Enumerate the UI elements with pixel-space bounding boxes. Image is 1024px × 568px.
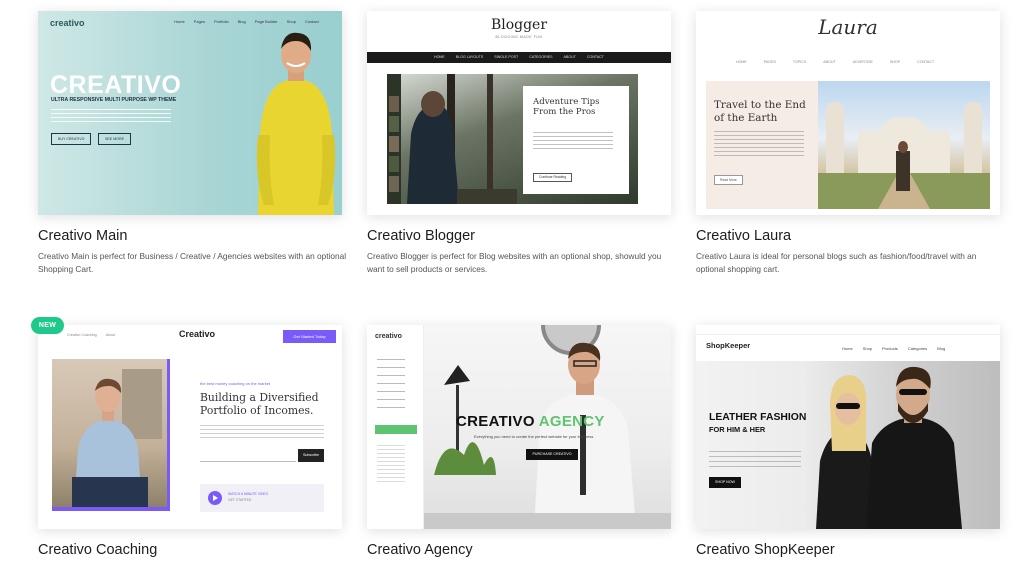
featured-post-card: Adventure Tips From the Pros Continue Re…: [523, 86, 629, 194]
sidebar-green-button: [375, 425, 417, 434]
agency-hero-panel: CREATIVO AGENCY Everything you need to c…: [424, 325, 671, 529]
card-title[interactable]: Creativo Coaching: [38, 542, 157, 558]
hero-title: LEATHER FASHION: [709, 412, 807, 423]
card-description: Creativo Main is perfect for Business / …: [38, 251, 347, 274]
shop-now-button: SHOP NOW: [709, 477, 741, 488]
preview-logo: Creativo: [179, 329, 216, 339]
coach-photo-image: [52, 359, 167, 507]
hero-title: CREATIVO AGENCY: [456, 413, 605, 430]
video-banner: WATCH A MINUTE VIDEO GET STARTED: [200, 484, 324, 512]
theme-card-laura[interactable]: Laura HOME PAGES TOPICS ABOUT ADVERTISE SHOP C…: [696, 11, 1000, 281]
theme-preview-shopkeeper[interactable]: ShopKeeper Home Shop Products Categories Blo…: [696, 325, 1000, 529]
theme-preview-blogger[interactable]: Blogger BLOGGING MADE FUN HOME BLOG LAYOU…: [367, 11, 671, 215]
read-more-button: Read More: [714, 175, 743, 185]
featured-post-panel: Travel to the End of the Earth Read More: [706, 81, 818, 209]
hero-paragraph: [200, 425, 324, 439]
get-started-button: Get Started Today: [283, 330, 336, 343]
coach-photo-frame: [52, 359, 170, 511]
preview-logo: creativo: [50, 18, 85, 28]
preview-nav: Home Pages Portfolio Blog Page Builder Shop Co…: [174, 19, 319, 24]
palace-photo-image: [818, 81, 990, 209]
couple-leather-jackets-image: [816, 366, 962, 529]
card-title[interactable]: Creativo Blogger: [367, 228, 475, 244]
preview-nav: HOME PAGES TOPICS ABOUT ADVERTISE SHOP CONTACT: [736, 60, 935, 64]
theme-preview-coaching[interactable]: Creativo Coaching About Creativo Get Star…: [38, 325, 342, 529]
card-title[interactable]: Creativo ShopKeeper: [696, 542, 835, 558]
theme-card-coaching[interactable]: Creativo Coaching About Creativo Get Star…: [38, 325, 342, 568]
preview-logo: ShopKeeper: [706, 341, 751, 350]
preview-logo: Laura: [818, 15, 878, 39]
post-title: Travel to the End of the Earth: [714, 99, 806, 124]
preview-hero-subtitle: ULTRA RESPONSIVE MULTI PURPOSE WP THEME: [51, 97, 177, 103]
post-title: Adventure Tips From the Pros: [533, 97, 600, 117]
hero-title: Building a Diversified Portfolio of Inco…: [200, 391, 319, 417]
shop-hero-banner: LEATHER FASHION FOR HIM & HER SHOP NOW: [696, 361, 1000, 529]
theme-card-shopkeeper[interactable]: ShopKeeper Home Shop Products Categories Blo…: [696, 325, 1000, 568]
preview-nav: Creativo Coaching About: [67, 333, 115, 337]
hero-kicker: the best money coaching on the market: [200, 381, 271, 386]
theme-card-agency[interactable]: creativo CREATIVO AGENCY Everything you …: [367, 325, 671, 568]
theme-card-blogger[interactable]: Blogger BLOGGING MADE FUN HOME BLOG LAYOU…: [367, 11, 671, 281]
preview-hero-title: CREATIVO: [50, 71, 182, 99]
card-description: Creativo Laura is ideal for personal blo…: [696, 251, 977, 274]
hero-subtitle: Everything you need to create the perfec…: [474, 434, 594, 439]
subscribe-button: Subscribe: [298, 449, 324, 462]
theme-preview-laura[interactable]: Laura HOME PAGES TOPICS ABOUT ADVERTISE SHOP C…: [696, 11, 1000, 215]
preview-sidebar: creativo: [367, 325, 424, 529]
preview-topbar: [696, 325, 1000, 335]
theme-preview-agency[interactable]: creativo CREATIVO AGENCY Everything you …: [367, 325, 671, 529]
card-description: Creativo Blogger is perfect for Blog web…: [367, 251, 662, 274]
preview-tagline: BLOGGING MADE FUN: [495, 35, 543, 39]
preview-buy-button: BUY CREATIVO: [51, 133, 92, 145]
email-field: [200, 449, 296, 462]
preview-logo: Blogger: [490, 17, 548, 33]
hero-paragraph: [709, 451, 801, 471]
continue-reading-button: Continue Reading: [533, 173, 573, 182]
card-title[interactable]: Creativo Main: [38, 228, 127, 244]
theme-card-main[interactable]: creativo Home Pages Portfolio Blog Page Buil…: [38, 11, 346, 281]
sidebar-menu: [377, 359, 405, 409]
preview-paragraph: [51, 109, 171, 123]
card-title[interactable]: Creativo Laura: [696, 228, 791, 244]
forest-photo-image: Adventure Tips From the Pros Continue Re…: [387, 74, 638, 204]
preview-nav: HOME BLOG LAYOUTS SINGLE POST CATEGORIES ABO…: [367, 52, 671, 63]
man-yellow-sweater-image: [256, 32, 336, 215]
preview-logo: creativo: [375, 333, 402, 340]
purchase-button: PURCHASE CREATIVO: [526, 449, 578, 460]
card-title[interactable]: Creativo Agency: [367, 542, 473, 558]
preview-more-button: SEE MORE: [98, 133, 131, 145]
new-badge: NEW: [31, 317, 64, 334]
theme-preview-main[interactable]: creativo Home Pages Portfolio Blog Page Buil…: [38, 11, 342, 215]
play-icon: [208, 491, 222, 505]
hero-subtitle: FOR HIM & HER: [709, 425, 766, 434]
preview-nav: Home Shop Products Categories Blog: [842, 346, 946, 351]
